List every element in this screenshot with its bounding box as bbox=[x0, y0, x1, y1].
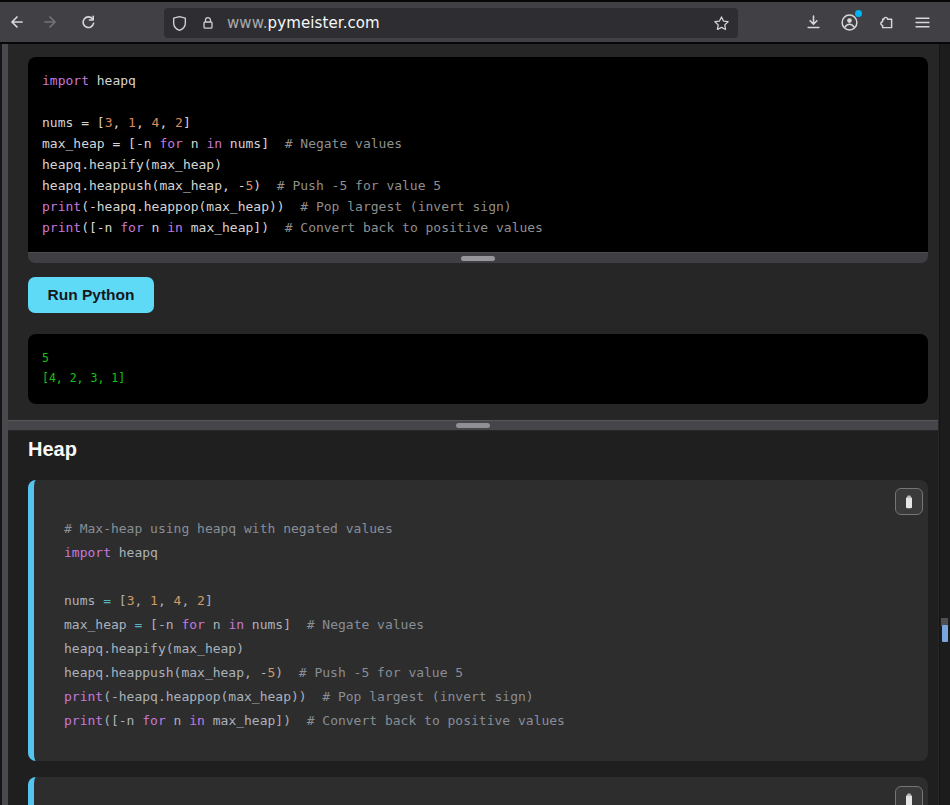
back-icon bbox=[7, 13, 25, 31]
code-line: nums = [3, 1, 4, 2] bbox=[64, 589, 928, 613]
account-button[interactable] bbox=[834, 7, 864, 37]
scrollbar-thumb[interactable] bbox=[942, 625, 948, 642]
clipboard-icon bbox=[901, 494, 917, 510]
doc-code-block bbox=[28, 777, 928, 805]
code-line: heapq.heappush(max_heap, -5) # Push -5 f… bbox=[64, 661, 928, 685]
output-console: 5 [4, 2, 3, 1] bbox=[28, 334, 928, 404]
code-line: import heapq bbox=[42, 70, 914, 91]
page-content: import heapq nums = [3, 1, 4, 2]max_heap… bbox=[0, 44, 950, 805]
editor-resize-strip[interactable] bbox=[28, 252, 928, 263]
url-text: www.pymeister.com bbox=[227, 14, 380, 32]
puzzle-icon bbox=[877, 13, 895, 31]
forward-icon bbox=[42, 13, 60, 31]
docs-heading: Heap bbox=[28, 438, 77, 461]
copy-button[interactable] bbox=[895, 786, 923, 805]
doc-code bbox=[34, 777, 928, 805]
account-badge bbox=[855, 10, 862, 17]
code-line: heapq.heapify(max_heap) bbox=[64, 637, 928, 661]
menu-button[interactable] bbox=[907, 7, 937, 37]
section-resize-grip[interactable] bbox=[456, 423, 490, 428]
doc-code: # Max-heap using heapq with negated valu… bbox=[34, 480, 928, 733]
editor-resize-grip[interactable] bbox=[461, 256, 495, 261]
run-python-button[interactable]: Run Python bbox=[28, 277, 154, 313]
reload-button[interactable] bbox=[73, 7, 103, 37]
code-line: print(-heapq.heappop(max_heap)) # Pop la… bbox=[64, 685, 928, 709]
bookmark-star-icon[interactable] bbox=[709, 11, 733, 35]
section-resize-divider[interactable] bbox=[8, 420, 938, 430]
editor-code[interactable]: import heapq nums = [3, 1, 4, 2]max_heap… bbox=[28, 57, 928, 251]
url-bar[interactable]: www.pymeister.com bbox=[164, 8, 738, 38]
code-line bbox=[42, 91, 914, 112]
download-icon bbox=[805, 14, 822, 31]
browser-chrome: www.pymeister.com bbox=[0, 0, 950, 44]
doc-code-block: # Max-heap using heapq with negated valu… bbox=[28, 480, 928, 761]
code-line: print([-n for n in max_heap]) # Convert … bbox=[42, 217, 914, 238]
copy-button[interactable] bbox=[895, 488, 923, 515]
back-button[interactable] bbox=[1, 7, 31, 37]
code-line bbox=[64, 565, 928, 589]
code-line: print([-n for n in max_heap]) # Convert … bbox=[64, 709, 928, 733]
code-line: nums = [3, 1, 4, 2] bbox=[42, 112, 914, 133]
extensions-button[interactable] bbox=[871, 7, 901, 37]
code-line: max_heap = [-n for n in nums] # Negate v… bbox=[64, 613, 928, 637]
downloads-button[interactable] bbox=[798, 7, 828, 37]
clipboard-icon bbox=[901, 792, 917, 805]
output-line: 5 bbox=[42, 349, 914, 369]
output-line: [4, 2, 3, 1] bbox=[42, 369, 914, 389]
code-editor[interactable]: import heapq nums = [3, 1, 4, 2]max_heap… bbox=[28, 57, 928, 263]
shield-icon[interactable] bbox=[171, 15, 188, 32]
code-line: import heapq bbox=[64, 541, 928, 565]
code-line: # Max-heap using heapq with negated valu… bbox=[64, 517, 928, 541]
code-line: heapq.heapify(max_heap) bbox=[42, 154, 914, 175]
code-line: max_heap = [-n for n in nums] # Negate v… bbox=[42, 133, 914, 154]
lock-icon[interactable] bbox=[200, 15, 216, 31]
reload-icon bbox=[80, 14, 97, 31]
browser-toolbar: www.pymeister.com bbox=[0, 2, 950, 42]
forward-button[interactable] bbox=[36, 7, 66, 37]
scrollbar-track[interactable] bbox=[939, 44, 950, 805]
code-line: heapq.heappush(max_heap, -5) # Push -5 f… bbox=[42, 175, 914, 196]
docs-panel: Heap # Max-heap using heapq with negated… bbox=[8, 431, 938, 805]
hamburger-icon bbox=[914, 14, 931, 31]
code-line: print(-heapq.heappop(max_heap)) # Pop la… bbox=[42, 196, 914, 217]
